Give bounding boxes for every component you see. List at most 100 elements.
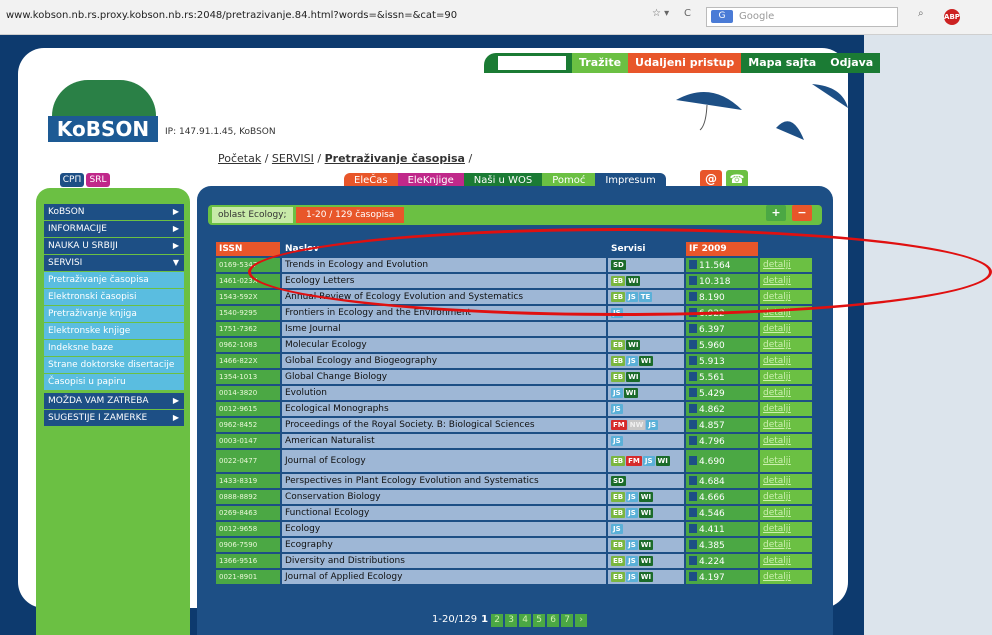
title-cell[interactable]: Isme Journal <box>282 322 606 336</box>
details-link[interactable]: detalji <box>760 506 812 520</box>
service-badge-fm[interactable]: FM <box>611 420 627 430</box>
details-link[interactable]: detalji <box>760 402 812 416</box>
service-badge-js[interactable]: JS <box>642 456 655 466</box>
service-badge-js[interactable]: JS <box>626 556 638 566</box>
title-cell[interactable]: Global Ecology and Biogeography <box>282 354 606 368</box>
bookmark-star-icon[interactable]: ☆ ▾ <box>652 8 669 24</box>
top-search-input[interactable] <box>498 56 566 70</box>
title-cell[interactable]: Ecography <box>282 538 606 552</box>
address-bar[interactable]: www.kobson.nb.rs.proxy.kobson.nb.rs:2048… <box>6 10 457 21</box>
pager-page-link[interactable]: 7 <box>561 614 574 627</box>
pager-page-link[interactable]: 5 <box>533 614 546 627</box>
reload-icon[interactable]: C <box>684 8 691 24</box>
service-badge-sd[interactable]: SD <box>611 476 626 486</box>
sidebar-subitem-elektronske-knjige[interactable]: Elektronske knjige <box>44 323 184 340</box>
pager-page-link[interactable]: 4 <box>519 614 532 627</box>
service-badge-js[interactable]: JS <box>611 524 623 534</box>
service-badge-eb[interactable]: EB <box>611 340 626 350</box>
service-badge-eb[interactable]: EB <box>611 508 626 518</box>
sidebar-subitem-casopisi-u-papiru[interactable]: Časopisi u papiru <box>44 374 184 391</box>
service-badge-wi[interactable]: WI <box>638 572 654 582</box>
service-badge-wi[interactable]: WI <box>626 340 641 350</box>
search-engine-box[interactable]: G Google <box>706 7 898 27</box>
service-badge-eb[interactable]: EB <box>611 372 626 382</box>
details-link[interactable]: detalji <box>760 554 812 568</box>
logout-link[interactable]: Odjava <box>823 53 881 73</box>
sidebar-item-informacije[interactable]: INFORMACIJE ▶ <box>44 221 184 237</box>
title-cell[interactable]: American Naturalist <box>282 434 606 448</box>
title-cell[interactable]: Diversity and Distributions <box>282 554 606 568</box>
details-link[interactable]: detalji <box>760 570 812 584</box>
service-badge-js[interactable]: JS <box>611 388 623 398</box>
service-badge-js[interactable]: JS <box>626 492 638 502</box>
service-badge-nw[interactable]: NW <box>627 420 646 430</box>
sidebar-item-kobson[interactable]: KoBSON ▶ <box>44 204 184 220</box>
details-link[interactable]: detalji <box>760 538 812 552</box>
google-icon[interactable]: G <box>711 10 733 23</box>
sidebar-subitem-indeksne-baze[interactable]: Indeksne baze <box>44 340 184 357</box>
service-badge-eb[interactable]: EB <box>611 556 626 566</box>
details-link[interactable]: detalji <box>760 418 812 432</box>
service-badge-eb[interactable]: EB <box>611 540 626 550</box>
service-badge-eb[interactable]: EB <box>611 572 626 582</box>
header-issn[interactable]: ISSN <box>216 242 280 256</box>
title-cell[interactable]: Journal of Applied Ecology <box>282 570 606 584</box>
sidebar-item-sugestije[interactable]: SUGESTIJE I ZAMERKE ▶ <box>44 410 184 426</box>
service-badge-eb[interactable]: EB <box>611 356 626 366</box>
remote-access-link[interactable]: Udaljeni pristup <box>628 53 742 73</box>
pager-page-link[interactable]: 6 <box>547 614 560 627</box>
pager-page-link[interactable]: 2 <box>491 614 504 627</box>
title-cell[interactable]: Perspectives in Plant Ecology Evolution … <box>282 474 606 488</box>
title-cell[interactable]: Evolution <box>282 386 606 400</box>
sidebar-item-mozda-vam-zatreba[interactable]: MOŽDA VAM ZATREBA ▶ <box>44 393 184 409</box>
service-badge-eb[interactable]: EB <box>611 492 626 502</box>
details-link[interactable]: detalji <box>760 386 812 400</box>
service-badge-js[interactable]: JS <box>626 540 638 550</box>
lang-latin-button[interactable]: SRL <box>86 173 110 187</box>
breadcrumb-servisi-link[interactable]: SERVISI <box>272 152 314 165</box>
details-link[interactable]: detalji <box>760 474 812 488</box>
service-badge-wi[interactable]: WI <box>638 356 654 366</box>
search-go-icon[interactable]: ⌕ <box>918 8 924 24</box>
expand-plus-button[interactable]: + <box>766 205 786 221</box>
service-badge-wi[interactable]: WI <box>638 540 654 550</box>
service-badge-js[interactable]: JS <box>646 420 658 430</box>
filter-area[interactable]: oblast Ecology; <box>212 207 293 223</box>
service-badge-js[interactable]: JS <box>611 404 623 414</box>
title-cell[interactable]: Functional Ecology <box>282 506 606 520</box>
service-badge-fm[interactable]: FM <box>626 456 642 466</box>
breadcrumb-home-link[interactable]: Početak <box>218 152 261 165</box>
details-link[interactable]: detalji <box>760 434 812 448</box>
service-badge-wi[interactable]: WI <box>638 556 654 566</box>
sidebar-item-nauka[interactable]: NAUKA U SRBIJI ▶ <box>44 238 184 254</box>
collapse-minus-button[interactable]: − <box>792 205 812 221</box>
adblock-icon[interactable]: ABP <box>944 9 960 25</box>
details-link[interactable]: detalji <box>760 450 812 472</box>
sitemap-link[interactable]: Mapa sajta <box>741 53 824 73</box>
details-link[interactable]: detalji <box>760 522 812 536</box>
lang-cyrillic-button[interactable]: СРП <box>60 173 84 187</box>
details-link[interactable]: detalji <box>760 354 812 368</box>
service-badge-js[interactable]: JS <box>626 356 638 366</box>
sidebar-subitem-pretrazivanje-knjiga[interactable]: Pretraživanje knjiga <box>44 306 184 323</box>
details-link[interactable]: detalji <box>760 370 812 384</box>
service-badge-wi[interactable]: WI <box>626 372 641 382</box>
sidebar-subitem-elektronski-casopisi[interactable]: Elektronski časopisi <box>44 289 184 306</box>
sidebar-subitem-strane-disertacije[interactable]: Strane doktorske disertacije <box>44 357 184 374</box>
details-link[interactable]: detalji <box>760 490 812 504</box>
service-badge-js[interactable]: JS <box>626 572 638 582</box>
sidebar-item-servisi[interactable]: SERVISI ▼ <box>44 255 184 271</box>
title-cell[interactable]: Proceedings of the Royal Society. B: Bio… <box>282 418 606 432</box>
service-badge-wi[interactable]: WI <box>638 492 654 502</box>
kobson-logo[interactable]: KoBSON <box>48 80 158 144</box>
title-cell[interactable]: Molecular Ecology <box>282 338 606 352</box>
search-button[interactable]: Tražite <box>572 53 629 73</box>
pager-page-link[interactable]: 3 <box>505 614 518 627</box>
service-badge-wi[interactable]: WI <box>638 508 654 518</box>
breadcrumb-current[interactable]: Pretraživanje časopisa <box>325 152 465 165</box>
title-cell[interactable]: Journal of Ecology <box>282 450 606 472</box>
service-badge-js[interactable]: JS <box>611 436 623 446</box>
title-cell[interactable]: Conservation Biology <box>282 490 606 504</box>
title-cell[interactable]: Global Change Biology <box>282 370 606 384</box>
details-link[interactable]: detalji <box>760 322 812 336</box>
